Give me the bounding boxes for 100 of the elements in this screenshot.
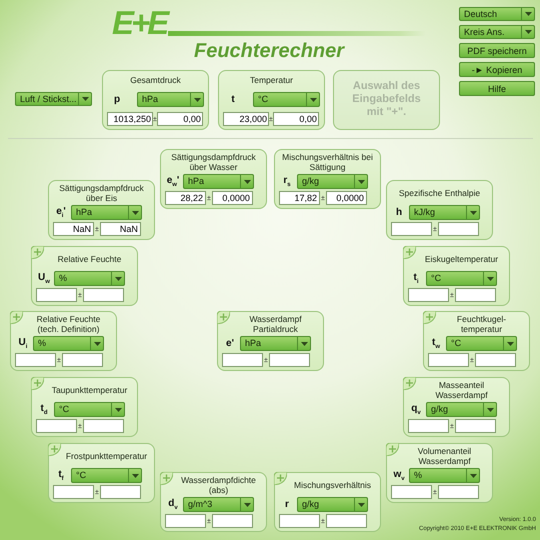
value-field[interactable] xyxy=(408,288,449,302)
tolerance-field[interactable] xyxy=(268,353,310,367)
unit-dropdown[interactable]: °C xyxy=(426,271,497,286)
value-field[interactable] xyxy=(222,353,263,367)
app-title: Feuchterechner xyxy=(194,40,344,63)
value-field[interactable] xyxy=(36,288,77,302)
tolerance-field[interactable]: 0,0000 xyxy=(212,191,253,205)
plus-icon[interactable] xyxy=(403,246,416,259)
tolerance-field[interactable] xyxy=(82,288,124,302)
symbol-label: h xyxy=(394,207,404,218)
plus-icon[interactable] xyxy=(31,246,44,259)
card-title: Temperatur xyxy=(249,74,294,87)
symbol-label: e$_{w}$' xyxy=(166,175,180,188)
tolerance-field[interactable] xyxy=(438,485,479,499)
plus-icon[interactable] xyxy=(403,377,416,390)
tolerance-field[interactable] xyxy=(100,485,141,499)
caret-icon xyxy=(358,180,364,184)
caret-icon xyxy=(486,408,494,412)
action-button[interactable]: PDF speichern xyxy=(459,43,535,58)
symbol-label: w$_{v}$ xyxy=(392,469,406,482)
caret-icon xyxy=(358,502,364,506)
card-title: Relative Feuchte xyxy=(56,253,122,266)
tolerance-field[interactable] xyxy=(474,353,516,367)
card-title: Masseanteil Wasserdampf xyxy=(434,380,489,400)
unit-dropdown[interactable]: % xyxy=(33,336,104,351)
tolerance-field[interactable]: NaN xyxy=(100,222,141,236)
tolerance-field[interactable] xyxy=(454,419,496,433)
caret-icon xyxy=(114,276,122,280)
plus-icon[interactable] xyxy=(423,311,436,324)
value-field[interactable] xyxy=(408,419,449,433)
symbol-label: r$_{s}$ xyxy=(282,175,292,188)
value-field[interactable] xyxy=(279,514,320,528)
option-dropdown[interactable]: Kreis Ans. xyxy=(459,25,535,39)
value-field[interactable]: 17,82 xyxy=(279,191,320,205)
medium-dropdown[interactable]: Luft / Stickst... xyxy=(15,92,92,106)
caret-icon xyxy=(470,210,476,214)
tolerance-field[interactable] xyxy=(82,419,124,433)
action-button[interactable]: -► Kopieren xyxy=(459,62,535,77)
card-title: Sättigungsdampfdruck über Eis xyxy=(58,183,145,203)
symbol-label: U$_{w}$ xyxy=(37,272,51,285)
unit-dropdown[interactable]: % xyxy=(409,468,480,483)
value-field[interactable]: 1013,250 xyxy=(107,112,153,126)
unit-dropdown[interactable]: % xyxy=(54,271,125,286)
card-title: Sättigungsdampfdruck über Wasser xyxy=(170,152,257,172)
plus-icon[interactable] xyxy=(10,311,23,324)
value-field[interactable] xyxy=(53,485,94,499)
symbol-label: e' xyxy=(225,338,235,349)
card-title: Feuchtkugel-temperatur xyxy=(456,314,508,334)
unit-dropdown[interactable]: °C xyxy=(446,336,517,351)
value-field[interactable] xyxy=(165,514,206,528)
unit-dropdown[interactable]: hPa xyxy=(137,92,204,107)
value-field[interactable] xyxy=(36,419,77,433)
unit-dropdown[interactable]: °C xyxy=(71,468,142,483)
unit-dropdown[interactable]: hPa xyxy=(71,205,142,220)
card-title: Relative Feuchte (tech. Definition) xyxy=(36,314,102,334)
unit-dropdown[interactable]: hPa xyxy=(183,174,254,189)
caret-icon xyxy=(310,98,316,102)
unit-dropdown[interactable]: hPa xyxy=(240,336,311,351)
tolerance-field[interactable]: 0,00 xyxy=(156,112,203,126)
unit-dropdown[interactable]: kJ/kg xyxy=(409,205,480,220)
unit-dropdown[interactable]: g/m^3 xyxy=(183,497,254,512)
card-title: Spezifische Enthalpie xyxy=(398,187,482,200)
value-field[interactable]: 28,22 xyxy=(165,191,206,205)
tolerance-field[interactable] xyxy=(326,514,367,528)
value-field[interactable] xyxy=(391,222,432,236)
value-field[interactable] xyxy=(391,485,432,499)
unit-dropdown[interactable]: g/kg xyxy=(297,174,368,189)
symbol-label: t$_{w}$ xyxy=(430,337,441,350)
value-field[interactable]: 23,000 xyxy=(223,112,269,126)
caret-icon xyxy=(486,276,494,280)
caret-icon xyxy=(244,502,250,506)
plus-icon[interactable] xyxy=(31,377,44,390)
value-field[interactable]: NaN xyxy=(53,222,94,236)
plus-icon[interactable] xyxy=(386,443,399,456)
value-field[interactable] xyxy=(428,353,469,367)
symbol-label: e$_{i}$' xyxy=(55,206,67,219)
tolerance-field[interactable] xyxy=(454,288,496,302)
caret-icon xyxy=(114,408,122,412)
symbol-label: t$_{d}$ xyxy=(39,403,48,416)
caret-icon xyxy=(524,30,532,34)
tolerance-field[interactable] xyxy=(212,514,253,528)
card-title: Taupunkttemperatur xyxy=(50,384,128,397)
tolerance-field[interactable]: 0,0000 xyxy=(326,191,367,205)
unit-dropdown[interactable]: g/kg xyxy=(426,402,497,417)
plus-icon[interactable] xyxy=(217,311,230,324)
plus-icon[interactable] xyxy=(274,472,287,485)
tolerance-field[interactable] xyxy=(438,222,479,236)
unit-dropdown[interactable]: °C xyxy=(253,92,320,107)
tolerance-field[interactable] xyxy=(62,353,103,367)
unit-dropdown[interactable]: g/kg xyxy=(297,497,368,512)
option-dropdown[interactable]: Deutsch xyxy=(459,7,535,21)
card-title: Volumenanteil Wasserdampf xyxy=(416,446,472,466)
action-button[interactable]: Hilfe xyxy=(459,81,535,96)
symbol-label: q$_{v}$ xyxy=(410,403,422,416)
symbol-label: U$_{i}$ xyxy=(18,337,28,350)
value-field[interactable] xyxy=(15,353,56,367)
plus-icon[interactable] xyxy=(48,443,61,456)
plus-icon[interactable] xyxy=(160,472,173,485)
tolerance-field[interactable]: 0,00 xyxy=(272,112,319,126)
unit-dropdown[interactable]: °C xyxy=(54,402,125,417)
